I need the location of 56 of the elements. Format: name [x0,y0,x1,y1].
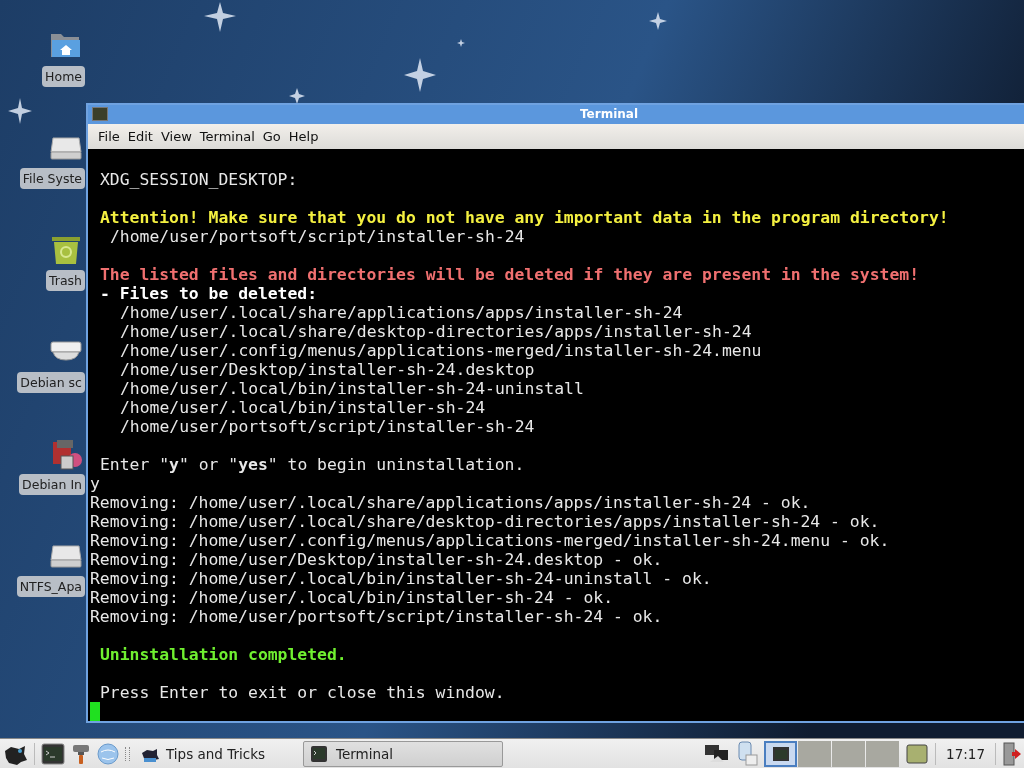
terminal-line: /home/user/.config/menus/applications-merged/installer-sh-24.menu [120,341,762,360]
workspace-button[interactable] [764,740,798,767]
text-cursor [90,702,100,721]
terminal-line: The listed files and directories will be deleted if they are present in the system! [100,264,920,284]
terminal-line: Removing: /home/user/.local/share/desktop-directories/apps/installer-sh-24 - ok. [90,512,880,531]
terminal-line: Enter "y" or "yes" to begin uninstallation. [100,454,525,474]
window-thumbnail-icon [772,746,789,761]
terminal-line: Attention! Make sure that you do not have any important data in the program directory! [100,207,949,227]
menu-item[interactable]: Help [284,126,323,146]
icon-label[interactable]: Home [42,66,85,87]
tips-launcher[interactable]: Tips and Tricks [136,742,269,765]
terminal-line: Removing: /home/user/portsoft/script/installer-sh-24 - ok. [90,607,663,626]
brush-icon[interactable] [71,742,91,765]
terminal-line: /home/user/Desktop/installer-sh-24.desktop [120,360,535,379]
terminal-line: Removing: /home/user/.config/menus/applications-merged/installer-sh-24.menu - ok. [90,531,890,550]
trash-icon[interactable] [49,234,83,266]
terminal-icon [310,744,328,763]
terminal-line: Removing: /home/user/Desktop/installer-sh-24.desktop - ok. [90,550,663,569]
terminal-line: - Files to be deleted: [100,284,318,303]
terminal-icon[interactable] [41,742,65,765]
show-desktop-icon[interactable] [905,742,930,765]
terminal-line: /home/user/portsoft/script/installer-sh-24 [110,227,525,246]
icon-label[interactable]: Debian In [19,474,85,495]
window-title: Terminal [580,107,639,122]
menu-item[interactable]: Go [258,126,285,146]
terminal-line: y [90,474,100,493]
menu-item[interactable]: File [94,126,124,146]
terminal-line: Press Enter to exit or close this window. [100,682,505,702]
star-shape [457,39,465,47]
star-shape [649,12,667,30]
menu-item[interactable]: Terminal [195,126,259,146]
star-shape [289,88,305,104]
terminal-line: /home/user/.local/bin/installer-sh-24-uninstall [120,379,584,398]
terminal-line: XDG_SESSION_DESKTOP: [100,170,298,189]
menu-item[interactable]: View [156,126,196,146]
icon-label[interactable]: NTFS_Apa [16,576,85,597]
terminal-line: /home/user/.local/share/applications/apps/installer-sh-24 [120,303,683,322]
star-shape [404,58,436,92]
terminal-line: /home/user/portsoft/script/installer-sh-24 [120,417,535,436]
terminal-line: Uninstallation completed. [100,644,347,664]
globe-icon[interactable] [97,742,119,765]
terminal-line: Removing: /home/user/.local/bin/installer-sh-24-uninstall - ok. [90,569,712,588]
star-shape [8,98,32,124]
menu-item[interactable]: Edit [123,126,157,146]
icon-label[interactable]: File Syste [19,168,85,189]
logout-icon[interactable] [1002,741,1022,766]
terminal-line: /home/user/.local/share/desktop-directories/apps/installer-sh-24 [120,322,752,341]
terminal-line: /home/user/.local/bin/installer-sh-24 [120,398,486,417]
task-button[interactable]: Terminal [303,740,503,767]
clock[interactable]: 17:17 [942,745,989,762]
icon-label[interactable]: Trash [45,270,85,291]
terminal-line: Removing: /home/user/.local/share/applications/apps/installer-sh-24 - ok. [90,493,811,512]
terminal-line: Removing: /home/user/.local/bin/installer-sh-24 - ok. [90,588,613,607]
icon-label[interactable]: Debian sc [17,372,85,393]
terminal-icon [92,107,108,122]
star-shape [204,2,236,32]
